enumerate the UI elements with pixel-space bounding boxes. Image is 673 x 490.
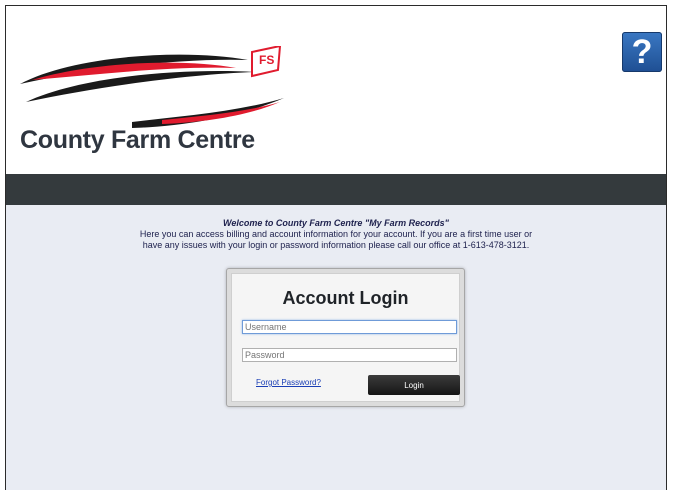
logo-badge: FS — [259, 53, 275, 67]
forgot-password-link[interactable]: Forgot Password? — [256, 378, 321, 387]
username-input[interactable] — [242, 320, 457, 334]
welcome-title: Welcome to County Farm Centre "My Farm R… — [223, 218, 449, 228]
login-title: Account Login — [282, 288, 409, 308]
login-button[interactable]: Login — [368, 375, 460, 395]
help-button[interactable]: ? — [622, 32, 662, 72]
brand-name: County Farm Centre — [20, 126, 255, 154]
brand-logo[interactable]: FS County Farm Centre — [12, 44, 297, 156]
welcome-line-1: Here you can access billing and account … — [139, 229, 533, 239]
welcome-line-2: have any issues with your login or passw… — [142, 240, 530, 250]
password-input[interactable] — [242, 348, 457, 362]
nav-bar — [6, 174, 666, 205]
welcome-message: Welcome to County Farm Centre "My Farm R… — [6, 218, 666, 251]
login-panel-inner: Account Login Forgot Password? Login — [231, 273, 460, 402]
header: FS County Farm Centre ? — [6, 6, 666, 174]
login-panel: Account Login Forgot Password? Login — [226, 268, 465, 407]
help-icon: ? — [631, 33, 653, 71]
page-frame: FS County Farm Centre ? Welcome to Count… — [5, 5, 667, 490]
